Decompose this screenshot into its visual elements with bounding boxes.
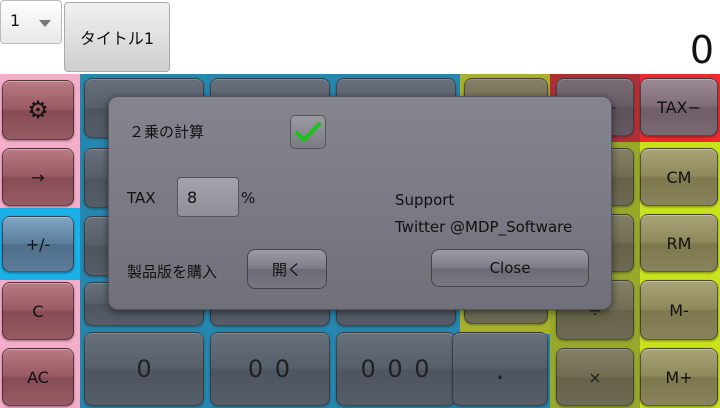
support-label: Support: [395, 191, 455, 209]
twitter-link[interactable]: Twitter @MDP_Software: [395, 218, 572, 236]
memory-slot-value: 1: [10, 11, 21, 30]
all-clear-key[interactable]: AC: [2, 348, 74, 406]
memory-slot-dropdown[interactable]: 1: [0, 0, 62, 44]
clear-key[interactable]: C: [2, 282, 74, 340]
settings-dialog: ２乗の計算 TAX 8 % Support Twitter @MDP_Softw…: [108, 96, 612, 310]
plus-minus-key[interactable]: +/-: [2, 216, 74, 272]
m-minus-key[interactable]: M-: [640, 280, 718, 340]
tax-minus-key[interactable]: TAX−: [640, 78, 718, 136]
tax-rate-input[interactable]: 8: [177, 177, 239, 217]
close-button[interactable]: Close: [431, 249, 589, 287]
calculator-display: 0: [689, 28, 714, 72]
rm-key[interactable]: RM: [640, 214, 718, 272]
title-button[interactable]: タイトル1: [64, 2, 170, 72]
gear-icon: ⚙: [27, 96, 49, 124]
open-button[interactable]: 開く: [247, 249, 327, 289]
tax-label: TAX: [127, 189, 156, 207]
checkmark-icon: [295, 122, 321, 142]
chevron-down-icon: [39, 20, 51, 27]
square-calc-label: ２乗の計算: [129, 123, 205, 141]
arrow-key[interactable]: →: [2, 148, 74, 206]
m-plus-key[interactable]: M+: [640, 348, 718, 406]
percent-label: %: [241, 189, 256, 207]
settings-button[interactable]: ⚙: [2, 80, 74, 140]
buy-full-version-label: 製品版を購入: [127, 263, 218, 281]
cm-key[interactable]: CM: [640, 148, 718, 206]
square-calc-checkbox[interactable]: [290, 115, 326, 149]
